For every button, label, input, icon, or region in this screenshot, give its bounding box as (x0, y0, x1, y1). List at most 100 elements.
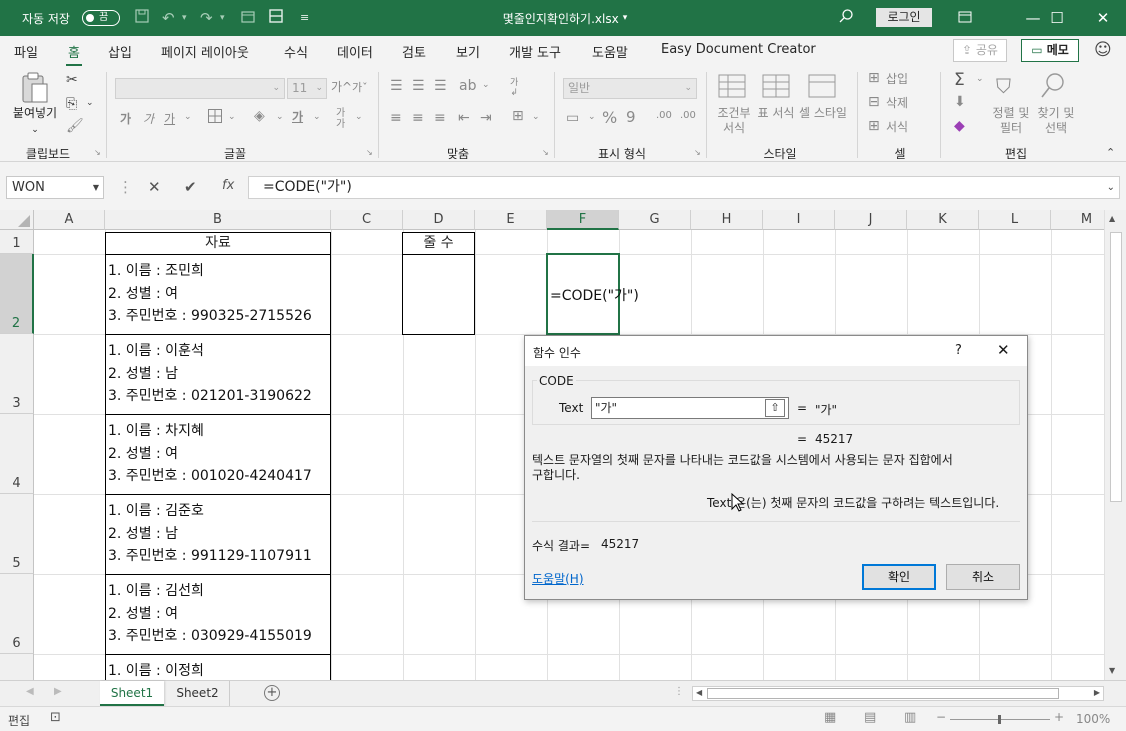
scroll-right-icon[interactable]: ▶ (1094, 688, 1100, 697)
format-cells-icon[interactable]: ⊞ (868, 118, 880, 134)
tab-home[interactable]: 홈 (66, 42, 82, 66)
column-header-j[interactable]: J (835, 210, 907, 230)
row-header-4[interactable]: 4 (0, 414, 34, 494)
chevron-down-icon[interactable]: ⌄ (355, 112, 363, 122)
dialog-close-icon[interactable]: ✕ (997, 341, 1010, 359)
column-header-g[interactable]: G (619, 210, 691, 230)
collapse-ribbon-icon[interactable]: ⌃ (1106, 146, 1115, 159)
horizontal-scrollbar[interactable]: ◀ ▶ (692, 686, 1104, 701)
zoom-out-icon[interactable]: − (936, 710, 946, 724)
align-top-icon[interactable]: ☰ (390, 78, 403, 94)
format-as-table-button[interactable]: 표 서식 (756, 106, 796, 121)
ok-button[interactable]: 확인 (862, 564, 936, 590)
font-color-button[interactable]: 가 (292, 110, 303, 125)
border-icon[interactable] (207, 108, 223, 128)
cell-b6[interactable]: 1. 이름 : 김선희 2. 성별 : 여 3. 주민번호 : 030929-4… (105, 574, 331, 655)
chevron-down-icon[interactable]: ⌄ (482, 80, 490, 90)
cell-d2[interactable] (402, 254, 475, 335)
merge-icon[interactable]: ⊞ (512, 108, 524, 124)
customize-icon[interactable]: ≡ (300, 8, 309, 28)
memo-button[interactable]: ▭ 메모 (1021, 39, 1079, 62)
sort-filter-button[interactable]: 정렬 및 필터 (990, 106, 1032, 136)
cancel-button[interactable]: 취소 (946, 564, 1020, 590)
page-layout-view-icon[interactable]: ▤ (864, 710, 876, 725)
chevron-down-icon[interactable]: ⌄ (588, 112, 596, 122)
tab-page-layout[interactable]: 페이지 레이아웃 (161, 42, 249, 61)
column-header-f[interactable]: F (547, 210, 619, 230)
tab-review[interactable]: 검토 (402, 42, 426, 61)
decrease-indent-icon[interactable]: ⇤ (458, 110, 470, 126)
page-break-view-icon[interactable]: ▥ (904, 710, 916, 725)
zoom-slider-thumb[interactable] (998, 715, 1001, 724)
shrink-font-button[interactable]: 가ˇ (352, 80, 368, 95)
decrease-decimal-icon[interactable]: .00 (680, 110, 696, 121)
phonetic-button[interactable]: 가가 (336, 108, 345, 130)
tab-file[interactable]: 파일 (14, 42, 38, 61)
paste-button[interactable]: 붙여넣기 ⌄ (8, 106, 62, 138)
align-bottom-icon[interactable]: ☰ (434, 78, 447, 94)
chevron-down-icon[interactable]: ⌄ (532, 112, 540, 122)
insert-cells-button[interactable]: 삽입 (886, 72, 908, 87)
help-link[interactable]: 도움말(H) (532, 570, 584, 587)
cell-b2[interactable]: 1. 이름 : 조민희 2. 성별 : 여 3. 주민번호 : 990325-2… (105, 254, 331, 335)
chevron-down-icon[interactable]: ⌄ (313, 112, 321, 122)
row-header-2[interactable]: 2 (0, 254, 34, 334)
chevron-down-icon[interactable]: ⌄ (228, 112, 236, 122)
delete-cells-icon[interactable]: ⊟ (868, 94, 880, 110)
conditional-formatting-button[interactable]: 조건부 서식 (712, 106, 756, 136)
find-select-button[interactable]: 찾기 및 선택 (1034, 106, 1078, 136)
sort-filter-icon[interactable]: ⛉ (996, 74, 1011, 98)
dialog-launcher-icon[interactable]: ↘ (366, 148, 373, 157)
paste-icon[interactable] (20, 72, 50, 108)
find-select-icon[interactable] (1040, 72, 1066, 104)
active-cell-f2[interactable]: =CODE("가") (546, 253, 639, 335)
increase-indent-icon[interactable]: ⇥ (480, 110, 492, 126)
conditional-formatting-icon[interactable] (718, 74, 748, 104)
scroll-thumb[interactable] (1110, 232, 1122, 502)
format-painter-icon[interactable]: 🖌 (66, 118, 84, 134)
cell-styles-icon[interactable] (808, 74, 838, 104)
new-icon[interactable] (240, 8, 256, 29)
underline-button[interactable]: 가 (164, 112, 175, 127)
column-header-d[interactable]: D (403, 210, 475, 230)
enter-icon[interactable]: ✔ (184, 178, 197, 196)
cell-b7[interactable]: 1. 이름 : 이정희 (105, 654, 331, 680)
tab-insert[interactable]: 삽입 (108, 42, 132, 61)
login-button[interactable]: 로그인 (876, 8, 932, 27)
zoom-in-icon[interactable]: + (1054, 710, 1064, 724)
row-header-7[interactable] (0, 654, 34, 680)
tab-help[interactable]: 도움말 (592, 42, 628, 61)
search-icon[interactable] (838, 8, 854, 29)
save-icon[interactable] (134, 8, 150, 29)
select-all-corner[interactable] (0, 210, 34, 230)
dialog-launcher-icon[interactable]: ↘ (694, 148, 701, 157)
scroll-left-icon[interactable]: ◀ (696, 688, 702, 697)
align-middle-icon[interactable]: ☰ (412, 78, 425, 94)
insert-cells-icon[interactable]: ⊞ (868, 70, 880, 86)
next-sheet-icon[interactable]: ▶ (54, 686, 62, 697)
increase-decimal-icon[interactable]: .00 (656, 110, 672, 121)
text-argument-input[interactable]: "가" (591, 397, 789, 419)
column-header-a[interactable]: A (34, 210, 105, 230)
bold-button[interactable]: 가 (120, 112, 131, 127)
undo-dropdown-icon[interactable]: ▾ (182, 8, 187, 28)
format-cells-button[interactable]: 서식 (886, 120, 908, 135)
fill-color-icon[interactable]: ◈ (254, 108, 265, 124)
column-header-l[interactable]: L (979, 210, 1051, 230)
redo-icon[interactable]: ↷ (200, 8, 213, 28)
tab-formulas[interactable]: 수식 (284, 42, 308, 61)
format-as-table-icon[interactable] (762, 74, 792, 104)
horizontal-scroll-thumb[interactable] (707, 688, 1059, 699)
tab-developer[interactable]: 개발 도구 (509, 42, 561, 61)
cell-b5[interactable]: 1. 이름 : 김준호 2. 성별 : 남 3. 주민번호 : 991129-1… (105, 494, 331, 575)
grow-font-button[interactable]: 가^ (331, 80, 352, 95)
sheet-tab-sheet1[interactable]: Sheet1 (100, 681, 164, 706)
sheet-tab-sheet2[interactable]: Sheet2 (166, 681, 230, 706)
column-header-k[interactable]: K (907, 210, 979, 230)
column-header-e[interactable]: E (475, 210, 547, 230)
share-button[interactable]: ⇪ 공유 (953, 39, 1007, 62)
form-icon[interactable] (268, 8, 284, 29)
chevron-down-icon[interactable]: ⌄ (184, 112, 192, 122)
split-handle-icon[interactable]: ⋮ (674, 686, 684, 697)
delete-cells-button[interactable]: 삭제 (886, 96, 908, 111)
